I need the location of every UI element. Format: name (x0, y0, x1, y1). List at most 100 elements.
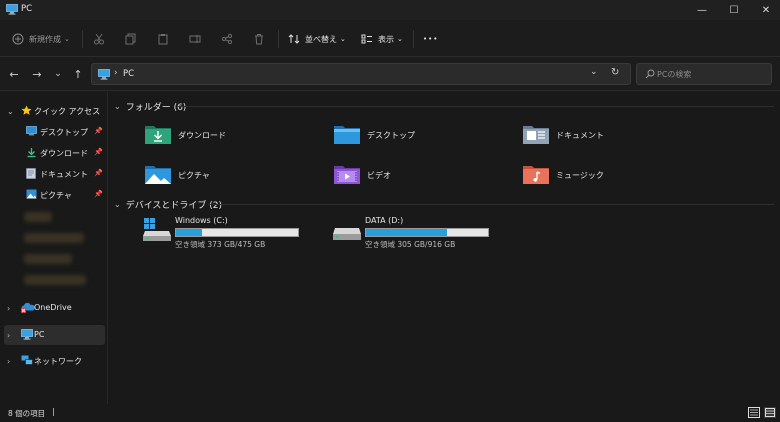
details-view-icon[interactable] (748, 407, 760, 418)
new-icon (12, 33, 24, 45)
arrow-left-icon: ← (9, 67, 19, 81)
recent-locations-button[interactable]: ⌄ (50, 66, 66, 82)
toolbar-divider (278, 30, 279, 48)
paste-icon (158, 34, 168, 45)
share-icon (221, 33, 233, 45)
sidebar-label: ダウンロード (40, 149, 88, 158)
cut-button[interactable] (93, 29, 105, 49)
chevron-down-icon: ⌄ (7, 106, 14, 116)
sidebar-item-downloads[interactable]: ダウンロード 📌 (4, 143, 105, 163)
sort-icon (288, 34, 300, 44)
sidebar-item-onedrive[interactable]: › OneDrive (4, 298, 105, 318)
arrow-right-icon: → (32, 67, 42, 81)
folder-label: ミュージック (556, 171, 604, 180)
star-icon (21, 105, 32, 115)
chevron-down-icon: ⌄ (114, 102, 121, 111)
folder-item-desktop[interactable]: デスクトップ (333, 122, 513, 152)
content-pane: ⌄ フォルダー (6) ダウンロード デスクトップ ドキュメント ピクチャ ビデ… (108, 92, 780, 404)
chevron-down-icon: ⌄ (397, 35, 403, 43)
pin-icon[interactable]: 📌 (94, 190, 103, 198)
redacted-sidebar-item[interactable] (24, 233, 84, 243)
share-button[interactable] (221, 29, 233, 49)
sidebar-item-desktop[interactable]: デスクトップ 📌 (4, 122, 105, 142)
chevron-right-icon: › (7, 330, 11, 340)
sidebar-item-documents[interactable]: ドキュメント 📌 (4, 164, 105, 184)
pin-icon[interactable]: 📌 (94, 127, 103, 135)
up-button[interactable]: ↑ (70, 66, 86, 82)
download-folder-icon (145, 126, 171, 144)
maximize-button[interactable]: ☐ (718, 0, 750, 20)
folder-label: ドキュメント (556, 131, 604, 140)
trash-icon (255, 34, 263, 45)
close-button[interactable]: ✕ (750, 0, 780, 20)
maximize-icon: ☐ (729, 4, 739, 16)
music-folder-icon (523, 166, 549, 184)
folder-item-documents[interactable]: ドキュメント (522, 122, 702, 152)
pc-icon (98, 69, 110, 80)
folder-item-pictures[interactable]: ピクチャ (144, 162, 324, 192)
forward-button[interactable]: → (29, 66, 45, 82)
pictures-folder-icon (145, 166, 171, 184)
chevron-right-icon: › (7, 303, 11, 313)
folder-item-videos[interactable]: ビデオ (333, 162, 513, 192)
sidebar-label: OneDrive (34, 303, 72, 312)
minimize-button[interactable]: — (686, 0, 718, 20)
status-separator: | (52, 407, 55, 416)
arrow-up-icon: ↑ (73, 67, 83, 81)
address-bar[interactable]: › PC ⌄ ↻ (91, 63, 631, 85)
copy-button[interactable] (125, 29, 137, 49)
sidebar-item-network[interactable]: › ネットワーク (4, 351, 105, 371)
chevron-down-icon: ⌄ (340, 35, 346, 43)
refresh-icon[interactable]: ↻ (611, 67, 619, 78)
toolbar-divider (413, 30, 414, 48)
folders-group-header[interactable]: ⌄ フォルダー (6) (114, 100, 186, 113)
close-icon: ✕ (761, 4, 771, 16)
chevron-right-icon: › (7, 356, 11, 366)
sidebar-item-pc[interactable]: › PC (4, 325, 105, 345)
navigation-pane: ⌄ クイック アクセス デスクトップ 📌 ダウンロード 📌 ドキュメント 📌 ピ… (0, 92, 107, 404)
group-divider (178, 106, 774, 107)
group-divider (208, 204, 774, 205)
minimize-icon: — (697, 4, 707, 16)
view-button[interactable]: 表示 ⌄ (361, 29, 403, 49)
videos-folder-icon (334, 166, 360, 184)
pc-icon (6, 4, 18, 15)
pin-icon[interactable]: 📌 (94, 148, 103, 156)
paste-button[interactable] (157, 29, 169, 49)
redacted-sidebar-item[interactable] (24, 254, 72, 264)
new-button[interactable]: 新規作成 ⌄ (12, 29, 70, 49)
redacted-sidebar-item[interactable] (24, 275, 86, 285)
folder-item-music[interactable]: ミュージック (522, 162, 702, 192)
document-icon (26, 168, 36, 179)
windows-drive-icon (143, 218, 171, 241)
drive-item-d[interactable]: DATA (D:) 空き領域 305 GB/916 GB (332, 216, 502, 250)
redacted-sidebar-item[interactable] (24, 212, 52, 222)
folder-label: ダウンロード (178, 131, 226, 140)
documents-folder-icon (523, 126, 549, 144)
drives-group-header[interactable]: ⌄ デバイスとドライブ (2) (114, 198, 222, 211)
new-label: 新規作成 (29, 34, 61, 44)
delete-button[interactable] (253, 29, 265, 49)
desktop-icon (26, 126, 37, 136)
rename-icon (189, 35, 201, 43)
sidebar-item-pictures[interactable]: ピクチャ 📌 (4, 185, 105, 205)
back-button[interactable]: ← (6, 66, 22, 82)
more-options-button[interactable]: ••• (423, 29, 438, 49)
sidebar-label: ネットワーク (34, 357, 82, 366)
search-input[interactable]: PCの検索 (636, 63, 772, 85)
breadcrumb[interactable]: PC (123, 69, 134, 79)
pin-icon[interactable]: 📌 (94, 169, 103, 177)
sort-label: 並べ替え (305, 34, 337, 44)
sort-button[interactable]: 並べ替え ⌄ (288, 29, 346, 49)
folder-item-downloads[interactable]: ダウンロード (144, 122, 324, 152)
drive-item-c[interactable]: Windows (C:) 空き領域 373 GB/475 GB (142, 216, 312, 250)
drive-name: DATA (D:) (365, 216, 404, 225)
large-icons-view-icon[interactable] (764, 407, 776, 418)
folder-label: ピクチャ (178, 171, 210, 180)
sidebar-item-quick-access[interactable]: ⌄ クイック アクセス (4, 101, 105, 121)
rename-button[interactable] (189, 29, 201, 49)
address-dropdown-icon[interactable]: ⌄ (590, 67, 598, 77)
chevron-down-icon: ⌄ (114, 200, 121, 209)
cut-icon (94, 33, 104, 45)
folder-label: ビデオ (367, 171, 391, 180)
